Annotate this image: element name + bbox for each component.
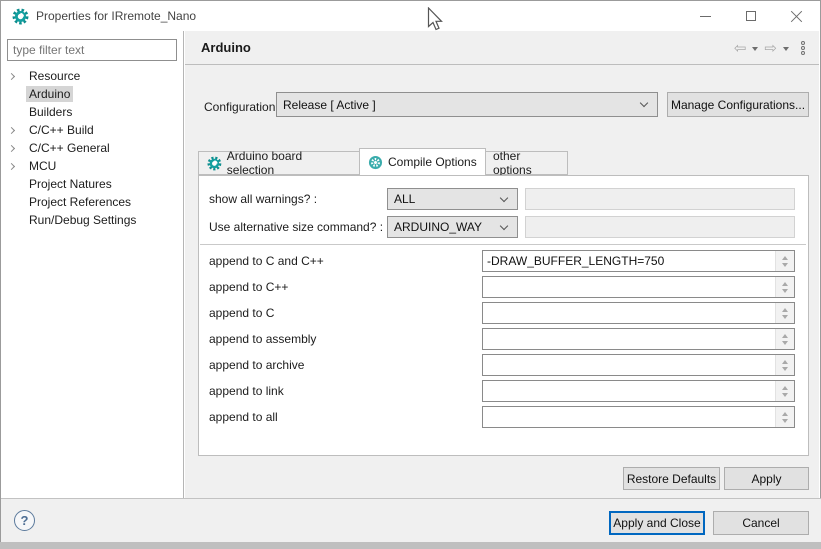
bottom-bar: ? Apply and Close Cancel	[1, 498, 821, 542]
manage-configurations-button[interactable]: Manage Configurations...	[667, 92, 809, 117]
size-command-custom-field	[525, 216, 795, 238]
size-command-dropdown[interactable]: ARDUINO_WAY	[387, 216, 518, 238]
apply-and-close-button[interactable]: Apply and Close	[609, 511, 705, 535]
append-assembly-label: append to assembly	[209, 332, 316, 346]
tab-compile-options[interactable]: Compile Options	[359, 148, 486, 175]
window-title: Properties for IRremote_Nano	[36, 9, 196, 23]
append-cpp-field[interactable]	[482, 276, 795, 298]
append-c-field[interactable]	[482, 302, 795, 324]
append-archive-label: append to archive	[209, 358, 304, 372]
append-cpp-label: append to C++	[209, 280, 288, 294]
size-command-label: Use alternative size command? :	[209, 220, 383, 234]
sidebar-item-project-natures[interactable]: Project Natures	[1, 175, 183, 193]
append-link-label: append to link	[209, 384, 284, 398]
append-all-field[interactable]	[482, 406, 795, 428]
append-archive-field[interactable]	[482, 354, 795, 376]
chevron-right-icon[interactable]	[8, 144, 15, 151]
chevron-down-icon	[640, 99, 648, 107]
main-panel: Arduino ⇦ ⇨ Configuration: Release [ Act…	[185, 31, 819, 498]
back-dropdown-icon[interactable]	[752, 47, 758, 51]
tab-arduino-board-selection[interactable]: Arduino board selection	[198, 151, 360, 175]
scroll-spinner[interactable]	[775, 407, 794, 427]
scroll-spinner[interactable]	[775, 303, 794, 323]
configuration-label: Configuration:	[204, 100, 279, 114]
append-c-cpp-field[interactable]	[482, 250, 795, 272]
title-bar: Properties for IRremote_Nano	[1, 1, 820, 31]
filter-input[interactable]	[7, 39, 177, 61]
gear-icon	[368, 155, 383, 170]
back-arrow-icon[interactable]: ⇦	[734, 41, 747, 56]
compile-options-panel: show all warnings? : ALL Use alternative…	[198, 175, 809, 456]
chevron-right-icon[interactable]	[8, 72, 15, 79]
maximize-button[interactable]	[728, 1, 774, 31]
tab-bar: Arduino board selection Compile Options …	[198, 148, 806, 175]
append-c-label: append to C	[209, 306, 274, 320]
scroll-spinner[interactable]	[775, 329, 794, 349]
scroll-spinner[interactable]	[775, 355, 794, 375]
properties-tree: Resource Arduino Builders C/C++ Build C/…	[1, 67, 183, 229]
sidebar-item-arduino[interactable]: Arduino	[1, 85, 183, 103]
append-all-label: append to all	[209, 410, 278, 424]
sidebar-item-mcu[interactable]: MCU	[1, 157, 183, 175]
scroll-spinner[interactable]	[775, 251, 794, 271]
properties-dialog: Properties for IRremote_Nano Resource Ar…	[0, 0, 821, 542]
close-icon	[791, 10, 803, 22]
warnings-dropdown[interactable]: ALL	[387, 188, 518, 210]
sidebar-item-cpp-build[interactable]: C/C++ Build	[1, 121, 183, 139]
page-title: Arduino	[201, 40, 251, 55]
sidebar-item-run-debug-settings[interactable]: Run/Debug Settings	[1, 211, 183, 229]
warnings-label: show all warnings? :	[209, 192, 317, 206]
append-link-field[interactable]	[482, 380, 795, 402]
tab-other-options[interactable]: other options	[485, 151, 568, 175]
apply-button[interactable]: Apply	[724, 467, 809, 490]
sidebar-item-resource[interactable]: Resource	[1, 67, 183, 85]
desktop-strip	[0, 542, 821, 549]
divider	[200, 244, 806, 245]
sidebar-item-cpp-general[interactable]: C/C++ General	[1, 139, 183, 157]
sidebar-item-builders[interactable]: Builders	[1, 103, 183, 121]
minimize-icon	[700, 16, 711, 17]
cancel-button[interactable]: Cancel	[713, 511, 809, 535]
forward-dropdown-icon[interactable]	[783, 47, 789, 51]
view-menu-icon[interactable]	[801, 41, 805, 55]
warnings-custom-field	[525, 188, 795, 210]
scroll-spinner[interactable]	[775, 277, 794, 297]
mouse-cursor	[427, 7, 445, 33]
chevron-down-icon	[500, 193, 508, 201]
chevron-right-icon[interactable]	[8, 162, 15, 169]
chevron-right-icon[interactable]	[8, 126, 15, 133]
gear-icon	[207, 156, 222, 171]
sidebar: Resource Arduino Builders C/C++ Build C/…	[1, 31, 184, 498]
configuration-dropdown[interactable]: Release [ Active ]	[276, 92, 658, 117]
chevron-down-icon	[500, 221, 508, 229]
maximize-icon	[746, 11, 756, 21]
minimize-button[interactable]	[682, 1, 728, 31]
scroll-spinner[interactable]	[775, 381, 794, 401]
sidebar-item-project-references[interactable]: Project References	[1, 193, 183, 211]
close-button[interactable]	[774, 1, 820, 31]
page-header: Arduino ⇦ ⇨	[185, 31, 819, 65]
forward-arrow-icon[interactable]: ⇨	[764, 41, 777, 56]
screen: Properties for IRremote_Nano Resource Ar…	[0, 0, 821, 549]
restore-defaults-button[interactable]: Restore Defaults	[623, 467, 720, 490]
append-assembly-field[interactable]	[482, 328, 795, 350]
help-icon[interactable]: ?	[14, 510, 35, 531]
sloeber-gear-icon	[12, 8, 29, 25]
append-c-cpp-label: append to C and C++	[209, 254, 324, 268]
